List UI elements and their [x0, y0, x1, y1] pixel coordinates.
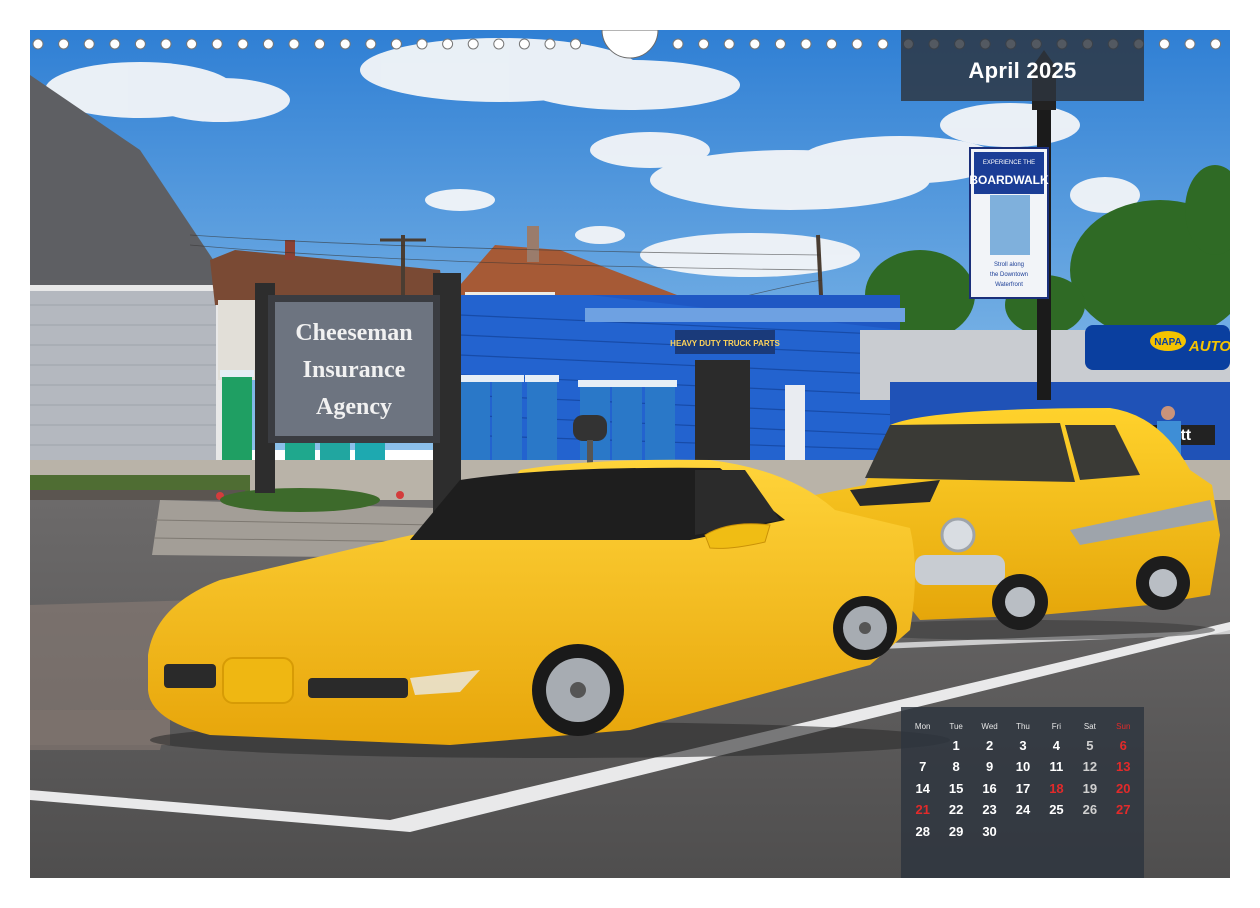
calendar-day: 29 — [948, 823, 964, 839]
binding-hole — [237, 38, 249, 50]
calendar-day: 3 — [1019, 738, 1027, 753]
banner-line3: Stroll along — [994, 262, 1024, 268]
napa-logo: NAPA — [1154, 337, 1182, 348]
calendar-day: 6 — [1119, 738, 1127, 753]
binding-hole — [416, 38, 428, 50]
weekday-label: Sat — [1083, 722, 1096, 731]
banner-line4: the Downtown — [990, 272, 1028, 278]
binding-hole — [32, 38, 44, 50]
month-header: April 2025 — [901, 30, 1144, 101]
calendar-day: 23 — [982, 802, 997, 818]
binding-hole — [774, 38, 786, 50]
calendar-day: 12 — [1082, 759, 1098, 775]
calendar-day: 8 — [952, 759, 960, 775]
binding-hole — [288, 38, 300, 50]
binding-hole — [442, 38, 454, 50]
binding-hole — [672, 38, 684, 50]
binding-hole — [544, 38, 556, 50]
weekday-label: Sun — [1116, 722, 1131, 731]
weekday-label: Wed — [981, 722, 998, 731]
calendar-day: 5 — [1086, 738, 1094, 753]
binding-hole — [1210, 38, 1222, 50]
calendar-day: 21 — [915, 802, 930, 818]
calendar-day: 22 — [948, 802, 964, 818]
calendar-day: 1 — [952, 738, 960, 753]
calendar-panel: Mon Tue Wed Thu Fri Sat Sun 1 2 3 4 5 6 7 8 9 10 11 12 13 14… — [901, 707, 1144, 878]
binding-hole — [109, 38, 121, 50]
calendar-day: 28 — [915, 823, 930, 839]
binding-hole — [186, 38, 198, 50]
month-title: April 2025 — [968, 57, 1077, 83]
calendar-day: 2 — [985, 738, 994, 753]
napa-text: AUTO — [1188, 338, 1230, 355]
calendar-day: 17 — [1015, 780, 1031, 796]
binding-hole — [467, 38, 479, 50]
calendar-day: 13 — [1116, 759, 1131, 775]
banner-line2: BOARDWALK — [969, 173, 1049, 187]
binding-hole — [851, 38, 863, 50]
calendar-day: 26 — [1082, 802, 1098, 818]
binding-hole — [58, 38, 70, 50]
calendar-day: 11 — [1049, 759, 1064, 775]
calendar-day: 9 — [985, 759, 994, 775]
binding-hole — [1184, 38, 1196, 50]
calendar-day: 30 — [982, 823, 997, 839]
truck-parts-sign: HEAVY DUTY TRUCK PARTS — [670, 339, 780, 348]
calendar-day: 10 — [1015, 759, 1031, 775]
calendar-day: 19 — [1082, 780, 1098, 796]
calendar-grid: Mon Tue Wed Thu Fri Sat Sun 1 2 3 4 5 6 7 8 9 10 11 12 13 14… — [906, 719, 1140, 842]
binding-hole — [800, 38, 812, 50]
binding-hole — [698, 38, 710, 50]
hanger-notch — [601, 30, 659, 59]
calendar-day: 15 — [948, 780, 964, 796]
calendar-day: 27 — [1116, 802, 1131, 818]
binding-hole — [339, 38, 351, 50]
binding-hole — [493, 38, 505, 50]
sign-line1: Cheeseman — [295, 320, 412, 346]
sign-line2: Insurance — [303, 357, 406, 383]
binding-hole — [365, 38, 377, 50]
weekday-label: Tue — [949, 722, 963, 731]
calendar-day: 18 — [1049, 780, 1064, 796]
binding-hole — [570, 38, 582, 50]
weekday-label: Fri — [1051, 722, 1062, 731]
binding-hole — [390, 38, 402, 50]
binding-hole — [723, 38, 735, 50]
calendar-day: 16 — [982, 780, 997, 796]
calendar-day: 14 — [915, 780, 930, 796]
sign-line3: Agency — [316, 394, 392, 420]
binding-hole — [518, 38, 530, 50]
binding-hole — [1158, 38, 1170, 50]
binding-hole — [749, 38, 761, 50]
weekday-label: Mon — [914, 722, 931, 731]
binding-hole — [262, 38, 274, 50]
weekday-label: Thu — [1016, 722, 1030, 731]
calendar-day: 25 — [1049, 802, 1064, 818]
binding-hole — [877, 38, 889, 50]
calendar-day: 20 — [1116, 780, 1131, 796]
binding-hole — [211, 38, 223, 50]
calendar-day: 7 — [919, 759, 927, 775]
binding-hole — [134, 38, 146, 50]
binding-hole — [160, 38, 172, 50]
banner-line1: EXPERIENCE THE — [983, 160, 1035, 166]
banner-line5: Waterfront — [995, 282, 1023, 288]
binding-hole — [826, 38, 838, 50]
calendar-day: 24 — [1015, 802, 1031, 818]
binding-hole — [83, 38, 95, 50]
calendar-day: 4 — [1052, 738, 1061, 753]
binding-hole — [314, 38, 326, 50]
